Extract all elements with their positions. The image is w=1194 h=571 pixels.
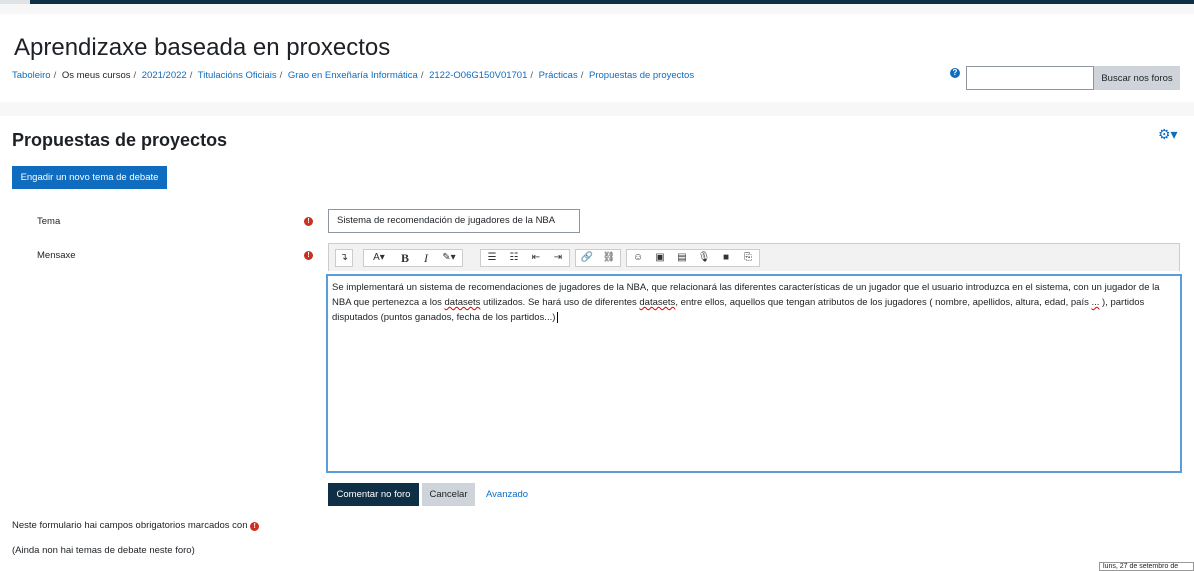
toolbar-group-media: ☺ ▣ ▤ 🎙 ■ ⎘ [626,249,760,267]
help-icon[interactable]: ? [950,68,960,78]
record-video-icon[interactable]: ■ [715,250,737,266]
forum-search-button[interactable]: Buscar nos foros [1094,66,1180,90]
breadcrumb-dashboard[interactable]: Taboleiro [12,70,51,81]
breadcrumb: Taboleiro / Os meus cursos/ 2021/2022/ Ti… [12,70,694,81]
breadcrumb-degree[interactable]: Grao en Enxeñaría Informática [288,70,418,81]
submit-post-button[interactable]: Comentar no foro [328,483,419,506]
message-editor[interactable]: Se implementará un sistema de recomendac… [326,274,1182,473]
breadcrumb-separator: / [133,70,137,81]
top-navbar [0,0,1194,4]
link-icon[interactable]: 🔗 [576,250,598,266]
required-icon: ! [250,522,260,531]
breadcrumb-separator: / [580,70,584,81]
bullet-list-icon[interactable]: ☰ [481,250,503,266]
manage-files-icon[interactable]: ⎘ [737,250,759,266]
cancel-button[interactable]: Cancelar [422,483,475,506]
toolbar-group-collapse: ↴ [335,249,353,267]
navbar-left-block [0,0,30,4]
breadcrumb-official-degrees[interactable]: Titulacións Oficiais [198,70,277,81]
required-note-text: Neste formulario hai campos obrigatorios… [12,520,248,531]
breadcrumb-course-code[interactable]: 2122-O06G150V01701 [429,70,527,81]
outdent-icon[interactable]: ⇤ [525,250,547,266]
numbered-list-icon[interactable]: ☷ [503,250,525,266]
no-topics-note: (Ainda non hai temas de debate neste for… [12,545,195,556]
style-icon[interactable]: ✎▾ [436,250,462,266]
footer-date: luns, 27 de setembro de [1099,562,1194,571]
record-audio-icon[interactable]: 🎙 [693,250,715,266]
toolbar-group-links: 🔗 ⛓ [575,249,621,267]
collapse-icon[interactable]: ↴ [336,250,352,266]
forum-title: Propuestas de proyectos [12,130,228,150]
breadcrumb-separator: / [530,70,533,81]
indent-icon[interactable]: ⇥ [547,250,569,266]
gear-icon[interactable]: ⚙▾ [1158,126,1178,143]
page-header: Aprendizaxe baseada en proxectos Tabolei… [0,14,1194,102]
text-cursor [557,312,559,323]
message-label: Mensaxe [37,250,76,261]
required-icon: ! [304,217,313,226]
italic-icon[interactable]: I [416,250,436,266]
breadcrumb-year[interactable]: 2021/2022 [142,70,187,81]
font-color-icon[interactable]: A▾ [364,250,394,266]
subject-input[interactable]: Sistema de recomendación de jugadores de… [328,209,580,233]
breadcrumb-practicas[interactable]: Prácticas [539,70,578,81]
message-text: datasets [444,297,481,308]
required-fields-note: Neste formulario hai campos obrigatorios… [12,520,260,531]
message-text: datasets [639,297,676,308]
course-title: Aprendizaxe baseada en proxectos [14,34,391,61]
breadcrumb-separator: / [53,70,57,81]
emoji-icon[interactable]: ☺ [627,250,649,266]
unlink-icon[interactable]: ⛓ [598,250,620,266]
breadcrumb-separator: / [189,70,193,81]
subject-label: Tema [37,216,61,227]
toolbar-group-style: A▾ B I ✎▾ [363,249,463,267]
media-icon[interactable]: ▤ [671,250,693,266]
breadcrumb-forum[interactable]: Propuestas de proyectos [589,70,694,81]
image-icon[interactable]: ▣ [649,250,671,266]
breadcrumb-my-courses: Os meus cursos [61,70,131,81]
toolbar-group-lists: ☰ ☷ ⇤ ⇥ [480,249,570,267]
breadcrumb-separator: / [420,70,424,81]
editor-toolbar: ↴ A▾ B I ✎▾ ☰ ☷ ⇤ ⇥ 🔗 ⛓ ☺ ▣ ▤ 🎙 ■ ⎘ [328,243,1180,271]
main-content: Propuestas de proyectos ⚙▾ Engadir un no… [0,116,1194,571]
breadcrumb-separator: / [279,70,283,81]
message-text: utilizados. Se hará uso de diferentes [480,297,640,308]
required-icon: ! [304,251,313,260]
advanced-link[interactable]: Avanzado [486,489,528,500]
bold-icon[interactable]: B [394,250,416,266]
forum-search-input[interactable] [966,66,1094,90]
message-text: , entre ellos, aquellos que tengan atrib… [675,297,1092,308]
add-discussion-button[interactable]: Engadir un novo tema de debate [12,166,167,189]
